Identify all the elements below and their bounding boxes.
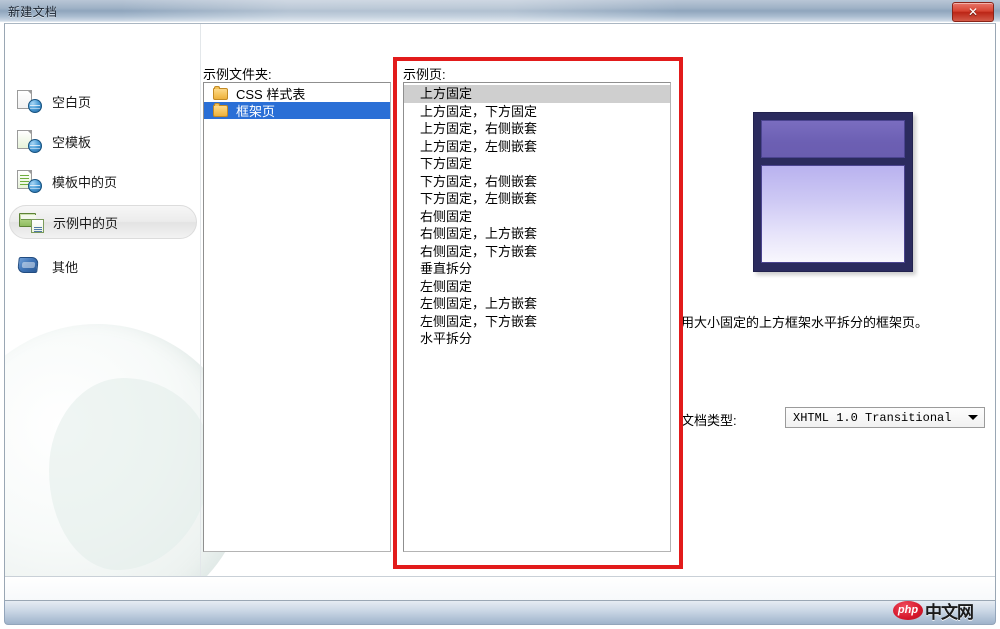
doctype-value: XHTML 1.0 Transitional — [793, 410, 952, 425]
layout-preview-graphic — [753, 112, 913, 272]
footer-separator — [5, 576, 995, 600]
list-item[interactable]: 水平拆分 — [404, 330, 670, 348]
new-document-dialog: 新建文档 ✕ 空白页 空模板 模板中的页 示例中的页 其他 示例文件夹: CSS… — [0, 0, 1000, 629]
sample-folders-list[interactable]: CSS 样式表 框架页 — [203, 82, 391, 552]
preview-column: 用大小固定的上方框架水平拆分的框架页。 文档类型: XHTML 1.0 Tran… — [681, 24, 995, 576]
list-item[interactable]: 下方固定，右侧嵌套 — [404, 173, 670, 191]
doctype-label: 文档类型: — [681, 413, 737, 428]
other-icon — [17, 254, 43, 278]
sidebar-item-page-from-sample[interactable]: 示例中的页 — [9, 205, 197, 239]
title-bar: 新建文档 ✕ — [0, 0, 1000, 22]
list-item[interactable]: CSS 样式表 — [204, 85, 390, 102]
sidebar-item-label: 空模板 — [52, 134, 92, 150]
list-item[interactable]: 右侧固定，上方嵌套 — [404, 225, 670, 243]
list-item[interactable]: 左侧固定 — [404, 278, 670, 296]
sample-folders-label: 示例文件夹: — [203, 67, 272, 82]
sidebar-item-other[interactable]: 其他 — [9, 249, 197, 283]
list-item[interactable]: 下方固定 — [404, 155, 670, 173]
sidebar-item-page-from-template[interactable]: 模板中的页 — [9, 164, 197, 198]
dialog-body: 空白页 空模板 模板中的页 示例中的页 其他 示例文件夹: CSS 样式表 框架… — [4, 23, 996, 601]
category-sidebar: 空白页 空模板 模板中的页 示例中的页 其他 — [5, 24, 201, 576]
doctype-select[interactable]: XHTML 1.0 Transitional — [785, 407, 985, 428]
list-item[interactable]: 下方固定，左侧嵌套 — [404, 190, 670, 208]
list-item[interactable]: 垂直拆分 — [404, 260, 670, 278]
list-item-label: 框架页 — [236, 104, 276, 119]
list-item[interactable]: 左侧固定，上方嵌套 — [404, 295, 670, 313]
list-item[interactable]: 右侧固定 — [404, 208, 670, 226]
template-globe-icon — [17, 129, 43, 153]
list-item[interactable]: 上方固定，下方固定 — [404, 103, 670, 121]
list-item[interactable]: 左侧固定，下方嵌套 — [404, 313, 670, 331]
list-item[interactable]: 框架页 — [204, 102, 390, 119]
close-icon: ✕ — [967, 5, 979, 19]
sidebar-item-label: 示例中的页 — [53, 215, 119, 231]
sample-pages-list[interactable]: 上方固定 上方固定，下方固定 上方固定，右侧嵌套 上方固定，左侧嵌套 下方固定 … — [403, 82, 671, 552]
page-globe-icon — [17, 89, 43, 113]
sidebar-item-label: 空白页 — [52, 94, 92, 110]
title-bar-sheen — [120, 0, 680, 22]
page-from-template-icon — [17, 169, 43, 193]
list-item[interactable]: 上方固定 — [404, 85, 670, 103]
list-item[interactable]: 上方固定，右侧嵌套 — [404, 120, 670, 138]
sample-pages-label: 示例页: — [403, 67, 446, 82]
sidebar-item-label: 模板中的页 — [52, 174, 118, 190]
list-item[interactable]: 上方固定，左侧嵌套 — [404, 138, 670, 156]
preview-main-frame — [761, 165, 905, 263]
window-title: 新建文档 — [8, 5, 58, 19]
page-from-sample-icon — [18, 210, 44, 234]
sidebar-item-blank-page[interactable]: 空白页 — [9, 84, 197, 118]
sidebar-item-blank-template[interactable]: 空模板 — [9, 124, 197, 158]
window-footer-strip — [4, 601, 996, 625]
preview-top-frame — [761, 120, 905, 158]
folder-icon — [213, 102, 228, 117]
sidebar-item-label: 其他 — [52, 259, 79, 275]
chevron-down-icon — [968, 415, 978, 420]
preview-description: 用大小固定的上方框架水平拆分的框架页。 — [681, 315, 929, 330]
folder-icon — [213, 85, 228, 100]
list-item[interactable]: 右侧固定，下方嵌套 — [404, 243, 670, 261]
close-button[interactable]: ✕ — [952, 2, 994, 22]
